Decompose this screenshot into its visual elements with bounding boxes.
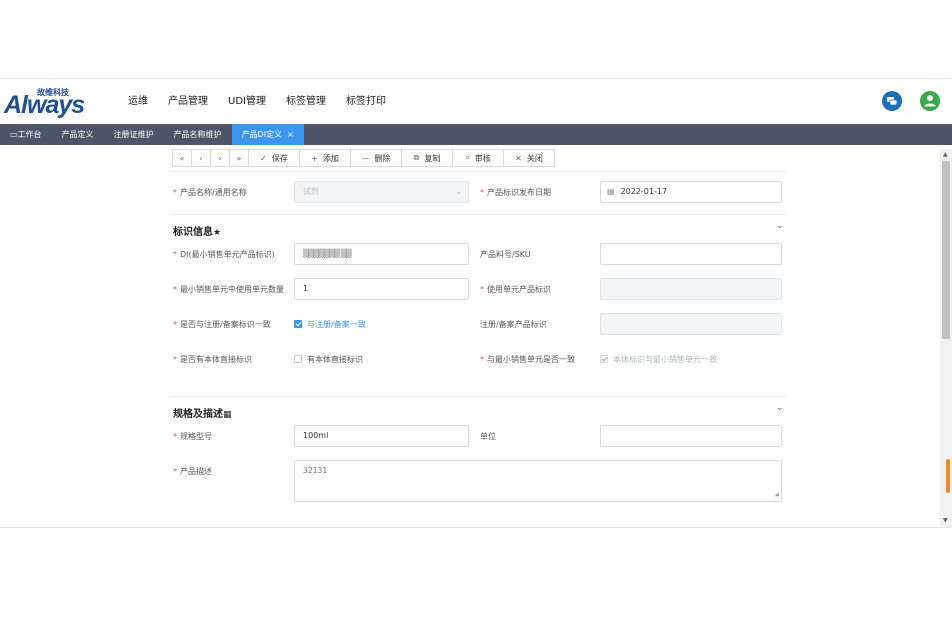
use-unit-label: * 使用单元产品标识 [480, 285, 551, 294]
scroll-up-icon[interactable]: ▲ [943, 151, 948, 158]
same-as-min-checkbox[interactable] [600, 355, 608, 363]
reg-consistent-checkbox[interactable] [294, 320, 302, 328]
check-icon: ✓ [260, 153, 267, 163]
message-icon[interactable] [882, 91, 902, 111]
description-textarea[interactable]: 32131 ◢ [294, 460, 782, 502]
scrollbar-thumb[interactable] [942, 161, 950, 339]
di-input[interactable]: ▒▒▒▒▒▒▒ ▒▒ [294, 243, 469, 265]
same-as-min-label: * 与最小销售单元是否一致 [480, 355, 575, 364]
logo-word: Always [4, 91, 85, 119]
prev-record-button[interactable]: ‹ [191, 149, 211, 167]
chevron-down-icon: ⌄ [455, 187, 462, 196]
section-divider [170, 396, 787, 397]
nav-item-ops[interactable]: 运维 [118, 79, 158, 124]
direct-mark-check-label: 有本体直接标识 [307, 355, 363, 364]
header-bar: 故维科技 Always 运维 产品管理 UDI管理 标签管理 标签打印 [0, 79, 952, 124]
tab-product-definition[interactable]: 产品定义 [52, 124, 104, 145]
last-record-button[interactable]: » [229, 149, 249, 167]
toolbar-divider [170, 171, 787, 172]
close-tab-icon[interactable]: × [287, 130, 294, 139]
star-icon: ★ [213, 228, 222, 238]
next-record-button[interactable]: › [210, 149, 230, 167]
section-title-id: 标识信息★ [173, 227, 222, 238]
description-label: * 产品描述 [173, 467, 212, 476]
nav-item-label-print[interactable]: 标签打印 [336, 79, 396, 124]
model-label: * 规格型号 [173, 432, 212, 441]
section-title-spec: 规格及描述▦ [173, 409, 232, 420]
direct-mark-label: * 是否有本体直接标识 [173, 355, 252, 364]
add-button[interactable]: + 添加 [299, 149, 351, 167]
sku-input[interactable] [600, 243, 782, 265]
tab-product-name-maintenance[interactable]: 产品名称维护 [164, 124, 232, 145]
tab-product-di-definition[interactable]: 产品DI定义 × [231, 124, 304, 145]
tab-registration-maintenance[interactable]: 注册证维护 [104, 124, 164, 145]
collapse-chevron-icon[interactable]: ⌄ [776, 403, 784, 413]
save-button[interactable]: ✓ 保存 [248, 149, 300, 167]
scroll-down-icon[interactable]: ▼ [943, 517, 948, 524]
user-icon[interactable] [920, 91, 940, 111]
tab-bar: ▭工作台 产品定义 注册证维护 产品名称维护 产品DI定义 × [0, 124, 952, 145]
minus-icon: — [361, 153, 370, 163]
release-date-label: * 产品标识发布日期 [480, 188, 551, 197]
nav-item-product-mgmt[interactable]: 产品管理 [158, 79, 218, 124]
copy-button[interactable]: ⧉ 复制 [401, 149, 453, 167]
company-logo: 故维科技 Always [4, 85, 85, 119]
toolbar: « ‹ › » ✓ 保存 + 添加 — 删除 ⧉ 复制 ⌕ 审核 ✕ 关闭 [172, 149, 555, 167]
reg-id-label: 注册/备案产品标识 [480, 320, 547, 329]
min-qty-label: * 最小销售单元中使用单元数量 [173, 285, 284, 294]
plus-icon: + [311, 153, 318, 163]
reg-consistent-check-label: 与注册/备案一致 [307, 320, 366, 329]
monitor-icon: ▭ [10, 130, 18, 139]
product-name-label: * 产品名称/通用名称 [173, 188, 247, 197]
scroll-indicator [946, 459, 950, 493]
product-name-select[interactable]: 试剂 ⌄ [294, 181, 469, 203]
first-record-button[interactable]: « [172, 149, 192, 167]
audit-button[interactable]: ⌕ 审核 [452, 149, 504, 167]
release-date-input[interactable]: ▦ 2022-01-17 [600, 181, 782, 203]
section-divider [170, 214, 787, 215]
close-icon: ✕ [515, 153, 522, 163]
reg-id-input[interactable] [600, 313, 782, 335]
copy-icon: ⧉ [413, 153, 420, 162]
min-qty-input[interactable]: 1 [294, 278, 469, 300]
nav-item-udi-mgmt[interactable]: UDI管理 [218, 79, 276, 124]
main-content: « ‹ › » ✓ 保存 + 添加 — 删除 ⧉ 复制 ⌕ 审核 ✕ 关闭 * 产品名称/通用… [0, 145, 952, 527]
tab-label: 产品DI定义 [241, 130, 283, 139]
nav-item-label-mgmt[interactable]: 标签管理 [276, 79, 336, 124]
unit-input[interactable] [600, 425, 782, 447]
audit-icon: ⌕ [465, 153, 470, 162]
model-input[interactable]: 100ml [294, 425, 469, 447]
di-label: * DI(最小销售单元产品标识) [173, 250, 275, 259]
close-button[interactable]: ✕ 关闭 [503, 149, 555, 167]
same-as-min-check-label: 本体标识与最小销售单元一致 [613, 355, 717, 364]
use-unit-input[interactable] [600, 278, 782, 300]
collapse-chevron-icon[interactable]: ⌄ [776, 221, 784, 231]
top-navigation: 运维 产品管理 UDI管理 标签管理 标签打印 [118, 79, 396, 124]
tab-workbench[interactable]: ▭工作台 [0, 124, 52, 145]
unit-label: 单位 [480, 432, 496, 441]
app-window: 故维科技 Always 运维 产品管理 UDI管理 标签管理 标签打印 ▭工作台… [0, 78, 952, 528]
resize-handle-icon[interactable]: ◢ [775, 487, 779, 501]
grid-icon: ▦ [223, 410, 232, 420]
delete-button[interactable]: — 删除 [350, 149, 402, 167]
sku-label: 产品料号/SKU [480, 250, 531, 259]
direct-mark-checkbox[interactable] [294, 355, 302, 363]
calendar-icon: ▦ [607, 187, 615, 196]
reg-consistent-label: * 是否与注册/备案标识一致 [173, 320, 271, 329]
